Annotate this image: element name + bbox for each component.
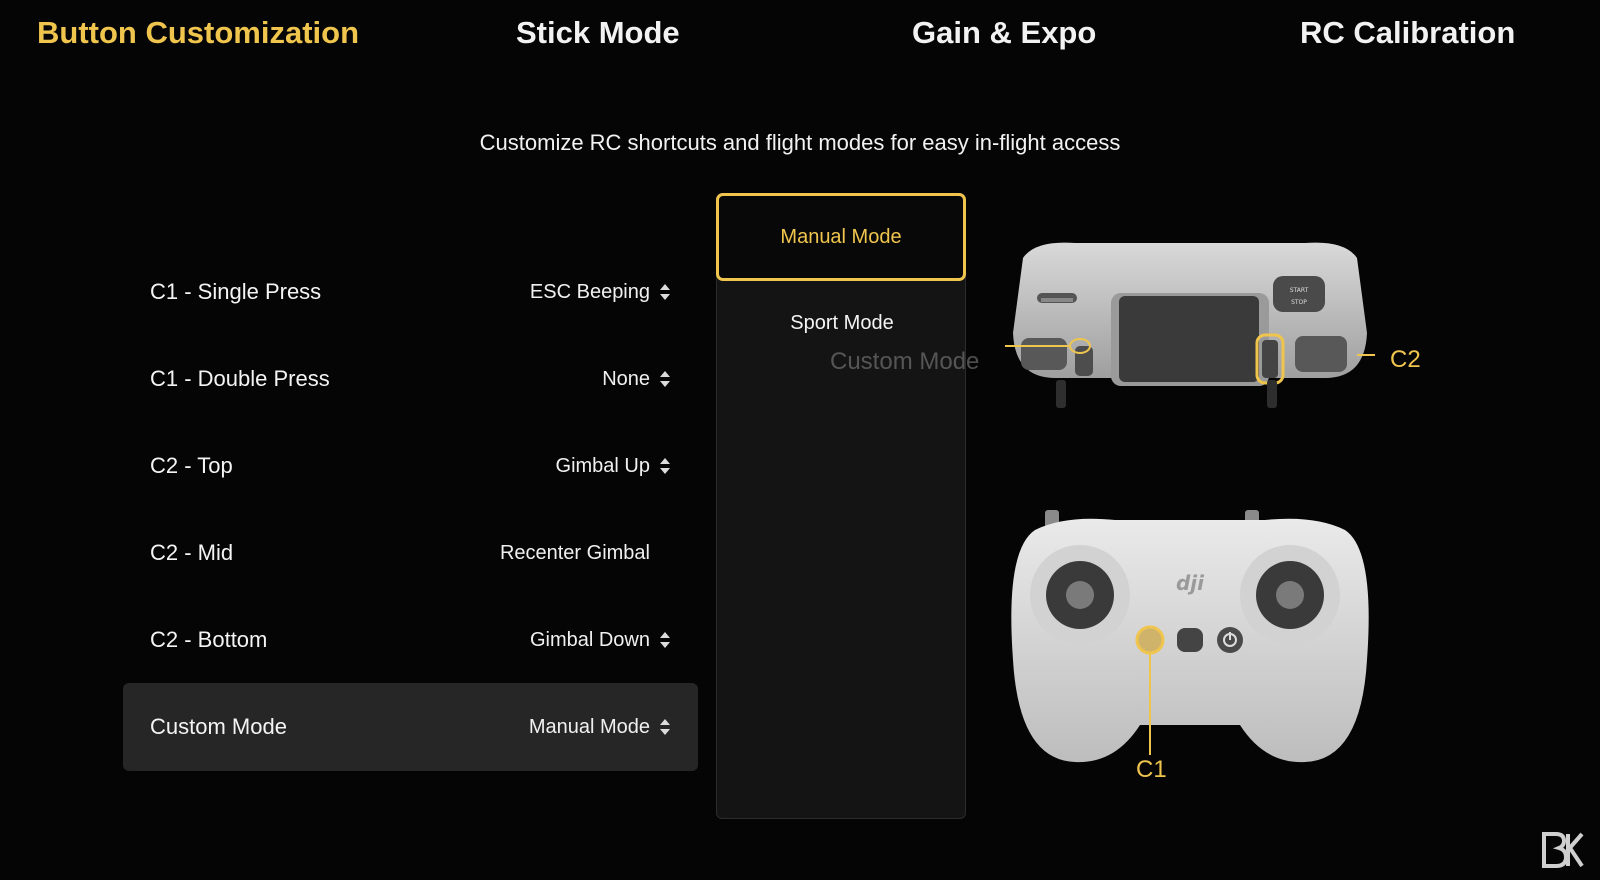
setting-value: None xyxy=(602,367,650,390)
tab-button-customization[interactable]: Button Customization xyxy=(37,10,359,56)
setting-label: C2 - Mid xyxy=(150,540,234,565)
setting-row-c2-bottom[interactable]: C2 - Bottom Gimbal Down xyxy=(123,596,698,684)
dropdown-spinner-icon xyxy=(660,631,670,649)
dropdown-spinner-icon xyxy=(660,370,670,388)
setting-label: C2 - Top xyxy=(150,453,233,478)
tab-rc-calibration[interactable]: RC Calibration xyxy=(1300,10,1515,56)
setting-value-select[interactable]: Recenter Gimbal xyxy=(500,542,670,565)
c1-annotation: C1 xyxy=(1136,756,1167,783)
setting-row-c2-mid[interactable]: C2 - Mid Recenter Gimbal xyxy=(123,509,698,597)
setting-value-select[interactable]: Gimbal Down xyxy=(530,629,670,652)
dropdown-option-manual-mode[interactable]: Manual Mode xyxy=(716,193,966,281)
tab-gain-expo[interactable]: Gain & Expo xyxy=(912,10,1096,56)
setting-label: C1 - Single Press xyxy=(150,279,322,304)
tab-stick-mode[interactable]: Stick Mode xyxy=(516,10,680,56)
setting-value: Recenter Gimbal xyxy=(499,541,650,564)
setting-label: Custom Mode xyxy=(150,714,287,739)
controller-top-image: START STOP xyxy=(1005,242,1375,408)
setting-label: C1 - Double Press xyxy=(150,366,330,391)
custom-mode-dropdown: Manual Mode Sport Mode xyxy=(716,193,966,819)
controller-front-image: dji xyxy=(1011,510,1369,763)
setting-label: C2 - Bottom xyxy=(150,627,268,652)
dropdown-spinner-icon xyxy=(660,718,670,736)
setting-value-select[interactable]: Gimbal Up xyxy=(556,455,670,478)
setting-value: Manual Mode xyxy=(528,715,650,738)
setting-value: Gimbal Down xyxy=(529,628,650,651)
setting-value: ESC Beeping xyxy=(529,280,650,303)
page-subtitle: Customize RC shortcuts and flight modes … xyxy=(479,130,1121,155)
dropdown-spinner-icon xyxy=(660,457,670,475)
dji-logo: dji xyxy=(1176,571,1205,595)
setting-row-c2-top[interactable]: C2 - Top Gimbal Up xyxy=(123,422,698,510)
setting-value: Gimbal Up xyxy=(555,454,650,477)
stop-label: STOP xyxy=(1291,299,1307,306)
setting-value-select[interactable]: ESC Beeping xyxy=(530,281,670,304)
dropdown-spinner-icon xyxy=(660,283,670,301)
tab-bar: Button Customization Stick Mode Gain & E… xyxy=(0,0,1600,70)
custom-mode-annotation: Custom Mode xyxy=(830,348,980,375)
c2-annotation: C2 xyxy=(1390,346,1421,373)
setting-row-c1-double-press[interactable]: C1 - Double Press None xyxy=(123,335,698,423)
watermark-logo-icon xyxy=(1542,832,1584,868)
setting-value-select[interactable]: Manual Mode xyxy=(529,716,670,739)
setting-value-select[interactable]: None xyxy=(602,368,670,391)
start-label: START xyxy=(1290,287,1309,294)
setting-row-custom-mode[interactable]: Custom Mode Manual Mode xyxy=(123,683,698,771)
setting-row-c1-single-press[interactable]: C1 - Single Press ESC Beeping xyxy=(123,248,698,336)
